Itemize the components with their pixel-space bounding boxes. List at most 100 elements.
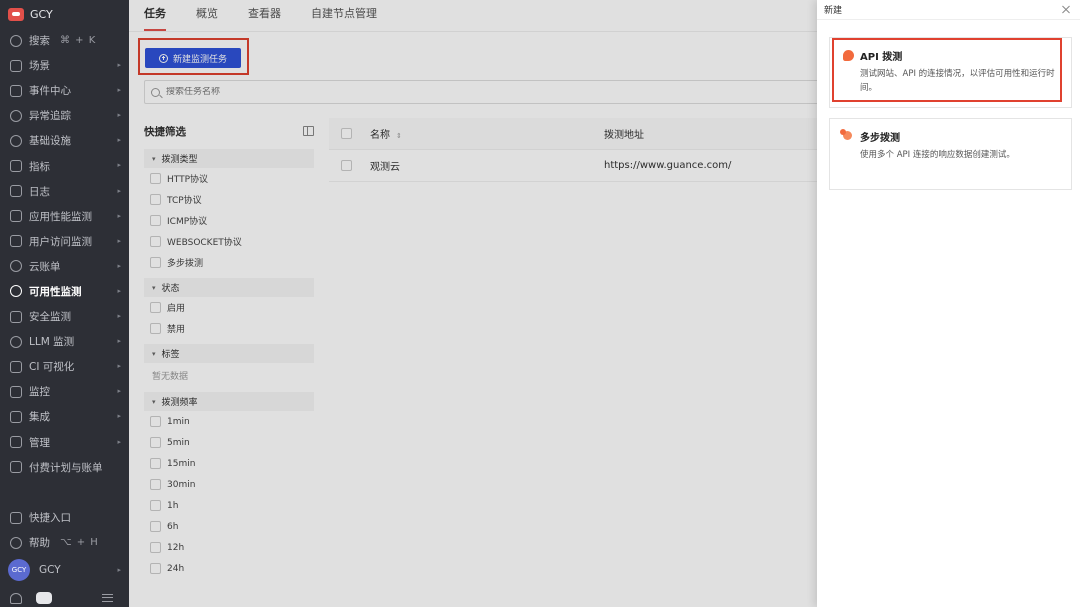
help-shortcut: ⌥ + H (60, 537, 99, 549)
ci-icon (10, 360, 22, 373)
event-icon (10, 84, 22, 97)
help-label: 帮助 (29, 537, 50, 550)
sidebar-item-security[interactable]: 安全监测 ▸ (0, 304, 129, 329)
sidebar-item-label: 监控 (29, 386, 50, 399)
chevron-right-icon: ▸ (117, 312, 121, 321)
sidebar-search-label: 搜索 (29, 35, 50, 48)
chevron-right-icon: ▸ (117, 236, 121, 245)
sidebar-item-availability[interactable]: 可用性监测 ▸ (0, 279, 129, 304)
sidebar-item-label: 指标 (29, 160, 50, 173)
new-task-drawer: 新建 API 拨测 测试网站、API 的连接情况，以评估可用性和运行时间。 多步… (817, 0, 1080, 607)
sidebar-item-billing-plan[interactable]: 付费计划与账单 (0, 455, 129, 480)
workspace-brand[interactable]: GCY (0, 0, 129, 28)
sidebar-item-integration[interactable]: 集成 ▸ (0, 404, 129, 429)
drawer-header: 新建 (817, 0, 1080, 20)
logo-icon (8, 7, 24, 21)
sidebar-item-llm[interactable]: LLM 监测 ▸ (0, 329, 129, 354)
search-icon (10, 34, 22, 47)
sidebar-item-label: 用户访问监测 (29, 235, 92, 248)
alarm-icon (10, 385, 22, 398)
sidebar-item-logs[interactable]: 日志 ▸ (0, 179, 129, 204)
chevron-right-icon: ▸ (117, 437, 121, 446)
search-shortcut: ⌘ + K (60, 35, 97, 47)
sidebar-footer (0, 589, 129, 607)
chevron-right-icon: ▸ (117, 387, 121, 396)
chevron-right-icon: ▸ (117, 161, 121, 170)
chevron-right-icon: ▸ (117, 136, 121, 145)
sidebar-item-label: 云账单 (29, 260, 61, 273)
card-description: 使用多个 API 连接的响应数据创建测试。 (860, 150, 1015, 160)
sidebar-item-label: 管理 (29, 436, 50, 449)
dial-icon (10, 285, 22, 298)
sidebar-item-label: 集成 (29, 411, 50, 424)
chevron-right-icon: ▸ (117, 337, 121, 346)
menu-icon[interactable] (102, 594, 113, 602)
sidebar-item-label: 应用性能监测 (29, 210, 92, 223)
llm-icon (10, 335, 22, 348)
sidebar-item-rum[interactable]: 用户访问监测 ▸ (0, 229, 129, 254)
grid-icon (10, 235, 22, 248)
chevron-right-icon: ▸ (117, 412, 121, 421)
sidebar-user[interactable]: GCY GCY ▸ (0, 555, 129, 585)
sidebar-item-label: 付费计划与账单 (29, 461, 103, 474)
bill-icon (10, 461, 22, 474)
drawer-title: 新建 (824, 6, 843, 16)
sidebar-item-label: LLM 监测 (29, 336, 75, 349)
quick-entry-label: 快捷入口 (29, 512, 71, 525)
close-icon[interactable] (1061, 4, 1071, 14)
sidebar-item-label: 基础设施 (29, 135, 71, 148)
log-icon (10, 185, 22, 198)
sidebar-item-ci[interactable]: CI 可视化 ▸ (0, 354, 129, 379)
chevron-right-icon: ▸ (117, 86, 121, 95)
shield-icon (10, 310, 22, 323)
sidebar-item-cloud-billing[interactable]: 云账单 ▸ (0, 254, 129, 279)
nodes-icon (10, 134, 22, 147)
send-icon (10, 511, 22, 524)
chevron-right-icon: ▸ (117, 61, 121, 70)
sidebar-item-monitor[interactable]: 监控 ▸ (0, 379, 129, 404)
target-icon (10, 109, 22, 122)
help-icon (10, 536, 22, 549)
chart-icon (10, 160, 22, 173)
api-test-highlight (832, 38, 1062, 102)
multistep-test-card[interactable]: 多步拨测 使用多个 API 连接的响应数据创建测试。 (829, 118, 1072, 190)
avatar: GCY (8, 559, 30, 582)
sidebar-item-scene[interactable]: 场景 ▸ (0, 53, 129, 78)
sidebar-help[interactable]: 帮助 ⌥ + H (0, 530, 129, 555)
cloud-icon (10, 260, 22, 273)
sliders-icon (10, 436, 22, 449)
workspace-name: GCY (30, 7, 53, 21)
sidebar-item-metrics[interactable]: 指标 ▸ (0, 153, 129, 178)
sidebar-item-label: 事件中心 (29, 85, 71, 98)
sidebar-item-label: 安全监测 (29, 311, 71, 324)
chevron-right-icon: ▸ (117, 566, 121, 575)
sidebar-item-label: CI 可视化 (29, 361, 75, 374)
cube-icon (10, 410, 22, 423)
chevron-right-icon: ▸ (117, 211, 121, 220)
sidebar-item-label: 场景 (29, 60, 50, 73)
user-name: GCY (39, 564, 61, 577)
monitor-icon (10, 59, 22, 72)
apm-icon (10, 210, 22, 223)
sidebar-bottom: 快捷入口 帮助 ⌥ + H GCY GCY ▸ (0, 505, 129, 585)
sidebar: GCY 搜索 ⌘ + K 场景 ▸ 事件中心 ▸ 异常追踪 ▸ 基础设施 ▸ 指标 ▸ 日… (0, 0, 129, 607)
sidebar-quick-entry[interactable]: 快捷入口 (0, 505, 129, 530)
sidebar-item-apm[interactable]: 应用性能监测 ▸ (0, 204, 129, 229)
chevron-right-icon: ▸ (117, 362, 121, 371)
chevron-right-icon: ▸ (117, 186, 121, 195)
chevron-right-icon: ▸ (117, 261, 121, 270)
sidebar-search[interactable]: 搜索 ⌘ + K (0, 28, 129, 53)
robot-icon[interactable] (36, 592, 52, 604)
sidebar-item-label: 异常追踪 (29, 110, 71, 123)
chevron-right-icon: ▸ (117, 286, 121, 295)
card-title: 多步拨测 (860, 133, 900, 144)
sidebar-item-exceptions[interactable]: 异常追踪 ▸ (0, 103, 129, 128)
sidebar-item-events[interactable]: 事件中心 ▸ (0, 78, 129, 103)
multistep-test-icon (840, 129, 852, 140)
user-icon[interactable] (10, 592, 22, 604)
chevron-right-icon: ▸ (117, 111, 121, 120)
sidebar-item-label: 可用性监测 (29, 285, 82, 298)
sidebar-item-management[interactable]: 管理 ▸ (0, 430, 129, 455)
sidebar-item-infrastructure[interactable]: 基础设施 ▸ (0, 128, 129, 153)
sidebar-item-label: 日志 (29, 185, 50, 198)
